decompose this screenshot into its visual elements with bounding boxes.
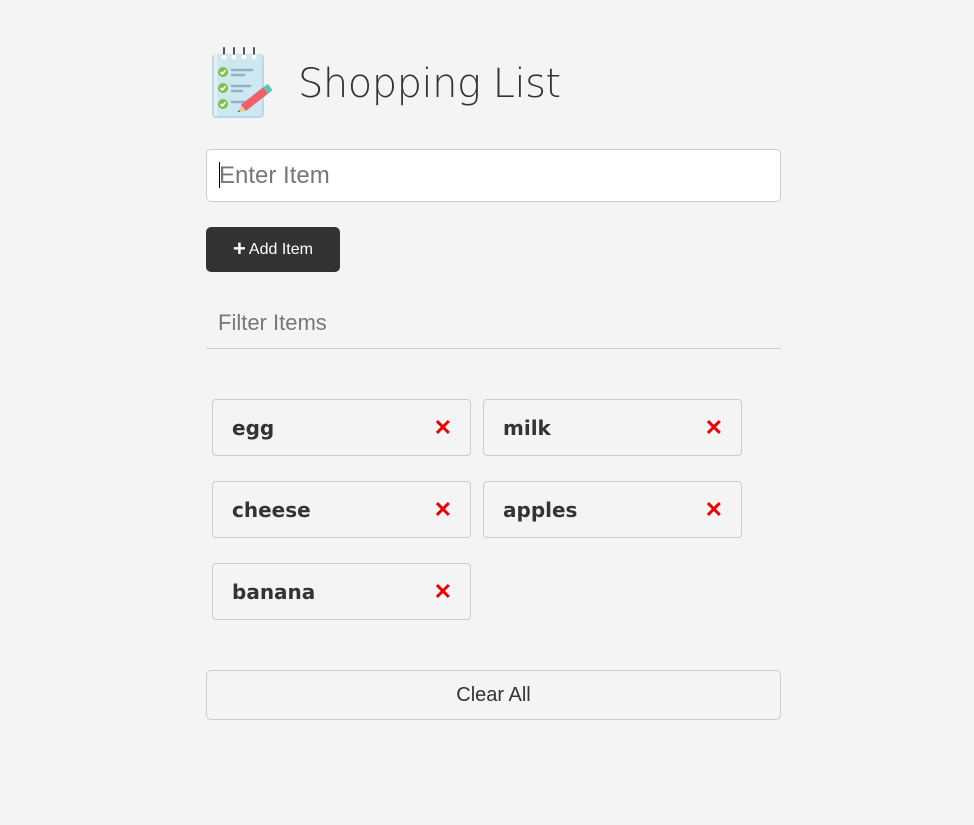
app-header: Shopping List [206,46,561,122]
list-item: cheese ✕ [212,481,471,538]
plus-icon: + [233,235,246,261]
item-name: banana [232,579,316,604]
notepad-checklist-icon [212,47,273,118]
clear-all-button[interactable]: Clear All [206,670,781,720]
list-item: egg ✕ [212,399,471,456]
close-icon[interactable]: ✕ [434,416,452,439]
item-name: egg [232,415,275,440]
list-item: milk ✕ [483,399,742,456]
page-title: Shopping List [298,61,561,107]
item-name: milk [503,415,551,440]
filter-input[interactable] [206,298,781,349]
add-item-button[interactable]: + Add Item [206,227,340,272]
item-name: cheese [232,497,311,522]
list-item: apples ✕ [483,481,742,538]
add-item-label: Add Item [248,240,313,258]
close-icon[interactable]: ✕ [705,416,723,439]
close-icon[interactable]: ✕ [705,498,723,521]
item-name: apples [503,497,578,522]
close-icon[interactable]: ✕ [434,498,452,521]
close-icon[interactable]: ✕ [434,580,452,603]
text-cursor [219,162,220,188]
list-item: banana ✕ [212,563,471,620]
item-input[interactable] [206,149,781,202]
